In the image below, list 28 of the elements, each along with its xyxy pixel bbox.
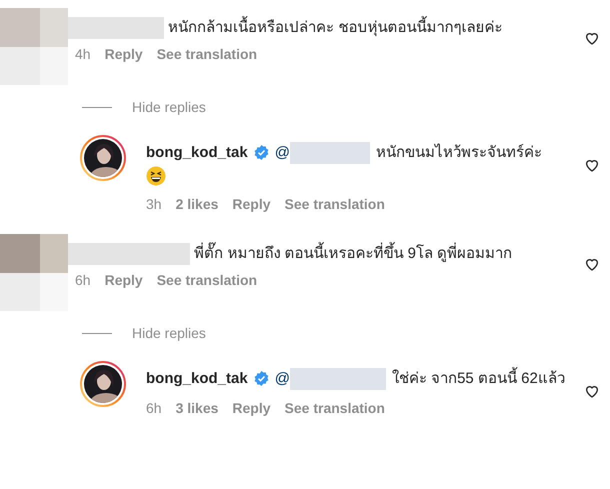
comment-time: 4h — [75, 46, 91, 62]
reply-time: 6h — [146, 400, 162, 416]
see-translation-link[interactable]: See translation — [284, 196, 385, 212]
reply-link[interactable]: Reply — [104, 272, 143, 288]
see-translation-link[interactable]: See translation — [156, 46, 258, 62]
hide-replies-link[interactable]: Hide replies — [132, 99, 206, 115]
heart-icon[interactable] — [584, 157, 600, 173]
comment-text: หนักกล้ามเนื้อหรือเปล่าคะ ชอบหุ่นตอนนี้มากๆเลยค่ะ — [168, 17, 502, 39]
username[interactable]: bong_kod_tak — [146, 367, 248, 390]
heart-icon[interactable] — [584, 383, 600, 399]
see-translation-link[interactable]: See translation — [284, 400, 385, 416]
username[interactable]: bong_kod_tak — [146, 141, 248, 164]
heart-icon[interactable] — [584, 30, 600, 46]
likes-count[interactable]: 2 likes — [176, 196, 218, 212]
comment-text: พี่ตั๊ก หมายถึง ตอนนี้เหรอคะที่ขึ้น 9โล ดูพี่ผอมมาก — [194, 243, 512, 265]
mention-link[interactable]: @ — [274, 141, 290, 164]
reply-text: ใช่ค่ะ จาก55 ตอนนี้ 62แล้ว — [392, 367, 565, 390]
reply-link[interactable]: Reply — [104, 46, 143, 62]
hide-replies-link[interactable]: Hide replies — [132, 325, 206, 341]
reply-link[interactable]: Reply — [232, 196, 271, 212]
heart-icon[interactable] — [584, 256, 600, 272]
reply-text: หนักขนมไหว้พระจันทร์ค่ะ — [376, 142, 542, 163]
reply-time: 3h — [146, 196, 162, 212]
see-translation-link[interactable]: See translation — [156, 272, 258, 288]
reply-link[interactable]: Reply — [232, 400, 271, 416]
mention-link[interactable]: @ — [274, 367, 290, 390]
comment-time: 6h — [75, 272, 91, 288]
likes-count[interactable]: 3 likes — [176, 400, 218, 416]
